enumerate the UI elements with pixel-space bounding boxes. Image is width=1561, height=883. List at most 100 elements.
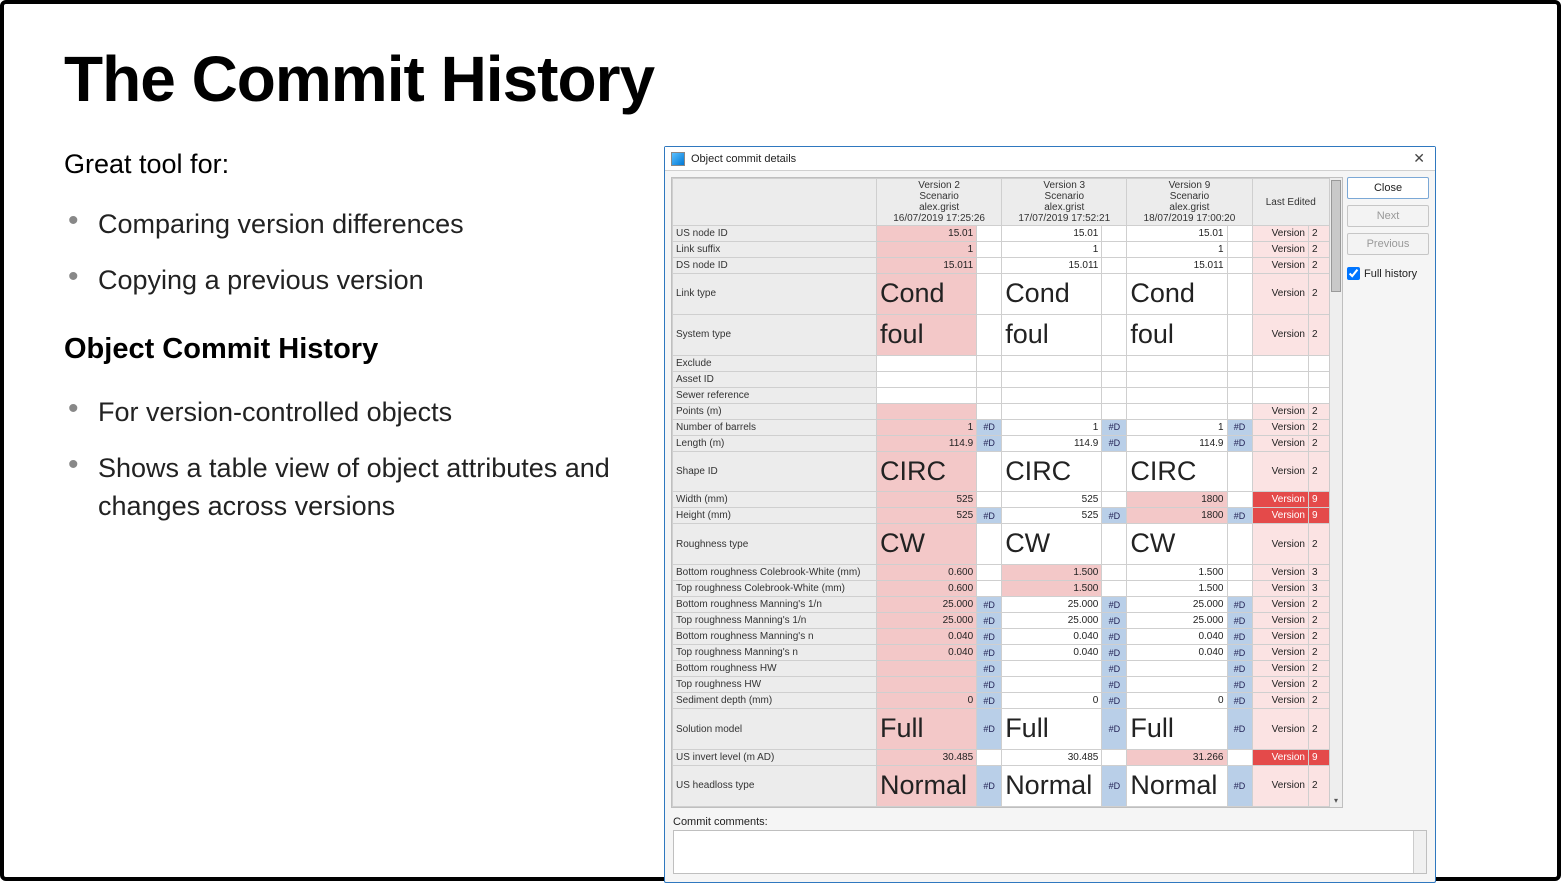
value-cell[interactable]: Full <box>1127 709 1227 750</box>
flag-cell[interactable]: #D <box>977 765 1002 806</box>
last-edited-cell[interactable]: Version <box>1252 314 1309 355</box>
flag-cell[interactable]: #D <box>1227 419 1252 435</box>
flag-cell[interactable]: #D <box>1102 629 1127 645</box>
value-cell[interactable] <box>877 403 977 419</box>
last-edited-version-cell[interactable]: 2 <box>1309 314 1330 355</box>
value-cell[interactable]: CIRC <box>1127 451 1227 492</box>
flag-cell[interactable] <box>977 371 1002 387</box>
value-cell[interactable]: 0.040 <box>1127 645 1227 661</box>
flag-cell[interactable]: #D <box>977 693 1002 709</box>
table-row[interactable]: Bottom roughness Colebrook-White (mm)0.6… <box>673 565 1330 581</box>
row-header[interactable]: DS node ID <box>673 258 877 274</box>
value-cell[interactable]: 0.040 <box>877 629 977 645</box>
flag-cell[interactable]: #D <box>977 419 1002 435</box>
flag-cell[interactable] <box>1227 242 1252 258</box>
value-cell[interactable]: 25.000 <box>1002 597 1102 613</box>
value-cell[interactable]: 25.000 <box>1127 613 1227 629</box>
flag-cell[interactable] <box>977 451 1002 492</box>
last-edited-cell[interactable] <box>1252 371 1309 387</box>
value-cell[interactable] <box>1127 661 1227 677</box>
flag-cell[interactable] <box>977 274 1002 315</box>
dialog-titlebar[interactable]: Object commit details ✕ <box>665 147 1435 171</box>
value-cell[interactable]: 0.600 <box>877 581 977 597</box>
value-cell[interactable]: 1.500 <box>1002 581 1102 597</box>
last-edited-cell[interactable]: Version <box>1252 524 1309 565</box>
flag-cell[interactable]: #D <box>1102 597 1127 613</box>
flag-cell[interactable]: #D <box>1227 693 1252 709</box>
value-cell[interactable] <box>1002 387 1102 403</box>
last-edited-version-cell[interactable]: 3 <box>1309 565 1330 581</box>
table-row[interactable]: Link typeCondCondCondVersion2 <box>673 274 1330 315</box>
row-header[interactable]: Sediment depth (mm) <box>673 693 877 709</box>
last-edited-cell[interactable]: Version <box>1252 226 1309 242</box>
table-row[interactable]: Exclude <box>673 355 1330 371</box>
last-edited-version-cell[interactable] <box>1309 371 1330 387</box>
last-edited-cell[interactable]: Version <box>1252 765 1309 806</box>
flag-cell[interactable]: #D <box>1227 597 1252 613</box>
flag-cell[interactable]: #D <box>1102 765 1127 806</box>
flag-cell[interactable] <box>1102 371 1127 387</box>
flag-cell[interactable] <box>1227 403 1252 419</box>
last-edited-version-cell[interactable]: 2 <box>1309 403 1330 419</box>
flag-cell[interactable]: #D <box>1102 661 1127 677</box>
table-row[interactable]: US headloss typeNormal#DNormal#DNormal#D… <box>673 765 1330 806</box>
last-edited-version-cell[interactable]: 2 <box>1309 242 1330 258</box>
last-edited-cell[interactable]: Version <box>1252 709 1309 750</box>
value-cell[interactable] <box>1002 661 1102 677</box>
value-cell[interactable]: 25.000 <box>877 613 977 629</box>
flag-cell[interactable] <box>977 749 1002 765</box>
table-row[interactable]: Solution modelFull#DFull#DFull#DVersion2 <box>673 709 1330 750</box>
value-cell[interactable] <box>1002 403 1102 419</box>
value-cell[interactable]: Cond <box>877 274 977 315</box>
table-row[interactable]: Width (mm)5255251800Version9 <box>673 492 1330 508</box>
last-edited-cell[interactable]: Version <box>1252 492 1309 508</box>
last-edited-cell[interactable]: Version <box>1252 565 1309 581</box>
value-cell[interactable]: 525 <box>877 508 977 524</box>
last-edited-header[interactable]: Last Edited <box>1252 179 1330 226</box>
last-edited-version-cell[interactable]: 2 <box>1309 693 1330 709</box>
flag-cell[interactable] <box>977 387 1002 403</box>
flag-cell[interactable] <box>1227 749 1252 765</box>
last-edited-version-cell[interactable]: 9 <box>1309 749 1330 765</box>
row-header[interactable]: Link type <box>673 274 877 315</box>
last-edited-cell[interactable]: Version <box>1252 274 1309 315</box>
value-cell[interactable]: 0.040 <box>1002 629 1102 645</box>
last-edited-cell[interactable] <box>1252 387 1309 403</box>
table-row[interactable]: Top roughness Manning's n0.040#D0.040#D0… <box>673 645 1330 661</box>
row-header[interactable]: Points (m) <box>673 403 877 419</box>
flag-cell[interactable]: #D <box>977 661 1002 677</box>
value-cell[interactable] <box>1127 677 1227 693</box>
row-header[interactable]: Solution model <box>673 709 877 750</box>
row-header[interactable]: US headloss type <box>673 765 877 806</box>
table-row[interactable]: Asset ID <box>673 371 1330 387</box>
value-cell[interactable]: foul <box>877 314 977 355</box>
value-cell[interactable]: 1800 <box>1127 508 1227 524</box>
value-cell[interactable]: 15.01 <box>877 226 977 242</box>
version-column-header[interactable]: Version 2Scenarioalex.grist16/07/2019 17… <box>877 179 1002 226</box>
table-row[interactable]: System typefoulfoulfoulVersion2 <box>673 314 1330 355</box>
value-cell[interactable]: 1800 <box>1127 492 1227 508</box>
value-cell[interactable]: 0.040 <box>877 645 977 661</box>
close-button[interactable]: Close <box>1347 177 1429 199</box>
row-header[interactable]: Bottom roughness Manning's n <box>673 629 877 645</box>
commit-grid[interactable]: Version 2Scenarioalex.grist16/07/2019 17… <box>672 178 1330 807</box>
last-edited-version-cell[interactable]: 2 <box>1309 677 1330 693</box>
row-header[interactable]: Top roughness HW <box>673 677 877 693</box>
value-cell[interactable] <box>1127 403 1227 419</box>
last-edited-version-cell[interactable]: 2 <box>1309 709 1330 750</box>
flag-cell[interactable] <box>1227 387 1252 403</box>
value-cell[interactable] <box>877 677 977 693</box>
value-cell[interactable]: CW <box>1002 524 1102 565</box>
flag-cell[interactable] <box>977 226 1002 242</box>
table-row[interactable]: Top roughness HW#D#D#DVersion2 <box>673 677 1330 693</box>
flag-cell[interactable] <box>1227 451 1252 492</box>
commit-comments-textarea[interactable] <box>673 830 1427 874</box>
flag-cell[interactable]: #D <box>1102 435 1127 451</box>
flag-cell[interactable]: #D <box>1227 677 1252 693</box>
value-cell[interactable]: 114.9 <box>1002 435 1102 451</box>
row-header[interactable]: Length (m) <box>673 435 877 451</box>
row-header[interactable]: Top roughness Manning's 1/n <box>673 613 877 629</box>
value-cell[interactable]: Normal <box>1002 765 1102 806</box>
flag-cell[interactable]: #D <box>1227 629 1252 645</box>
flag-cell[interactable]: #D <box>977 597 1002 613</box>
